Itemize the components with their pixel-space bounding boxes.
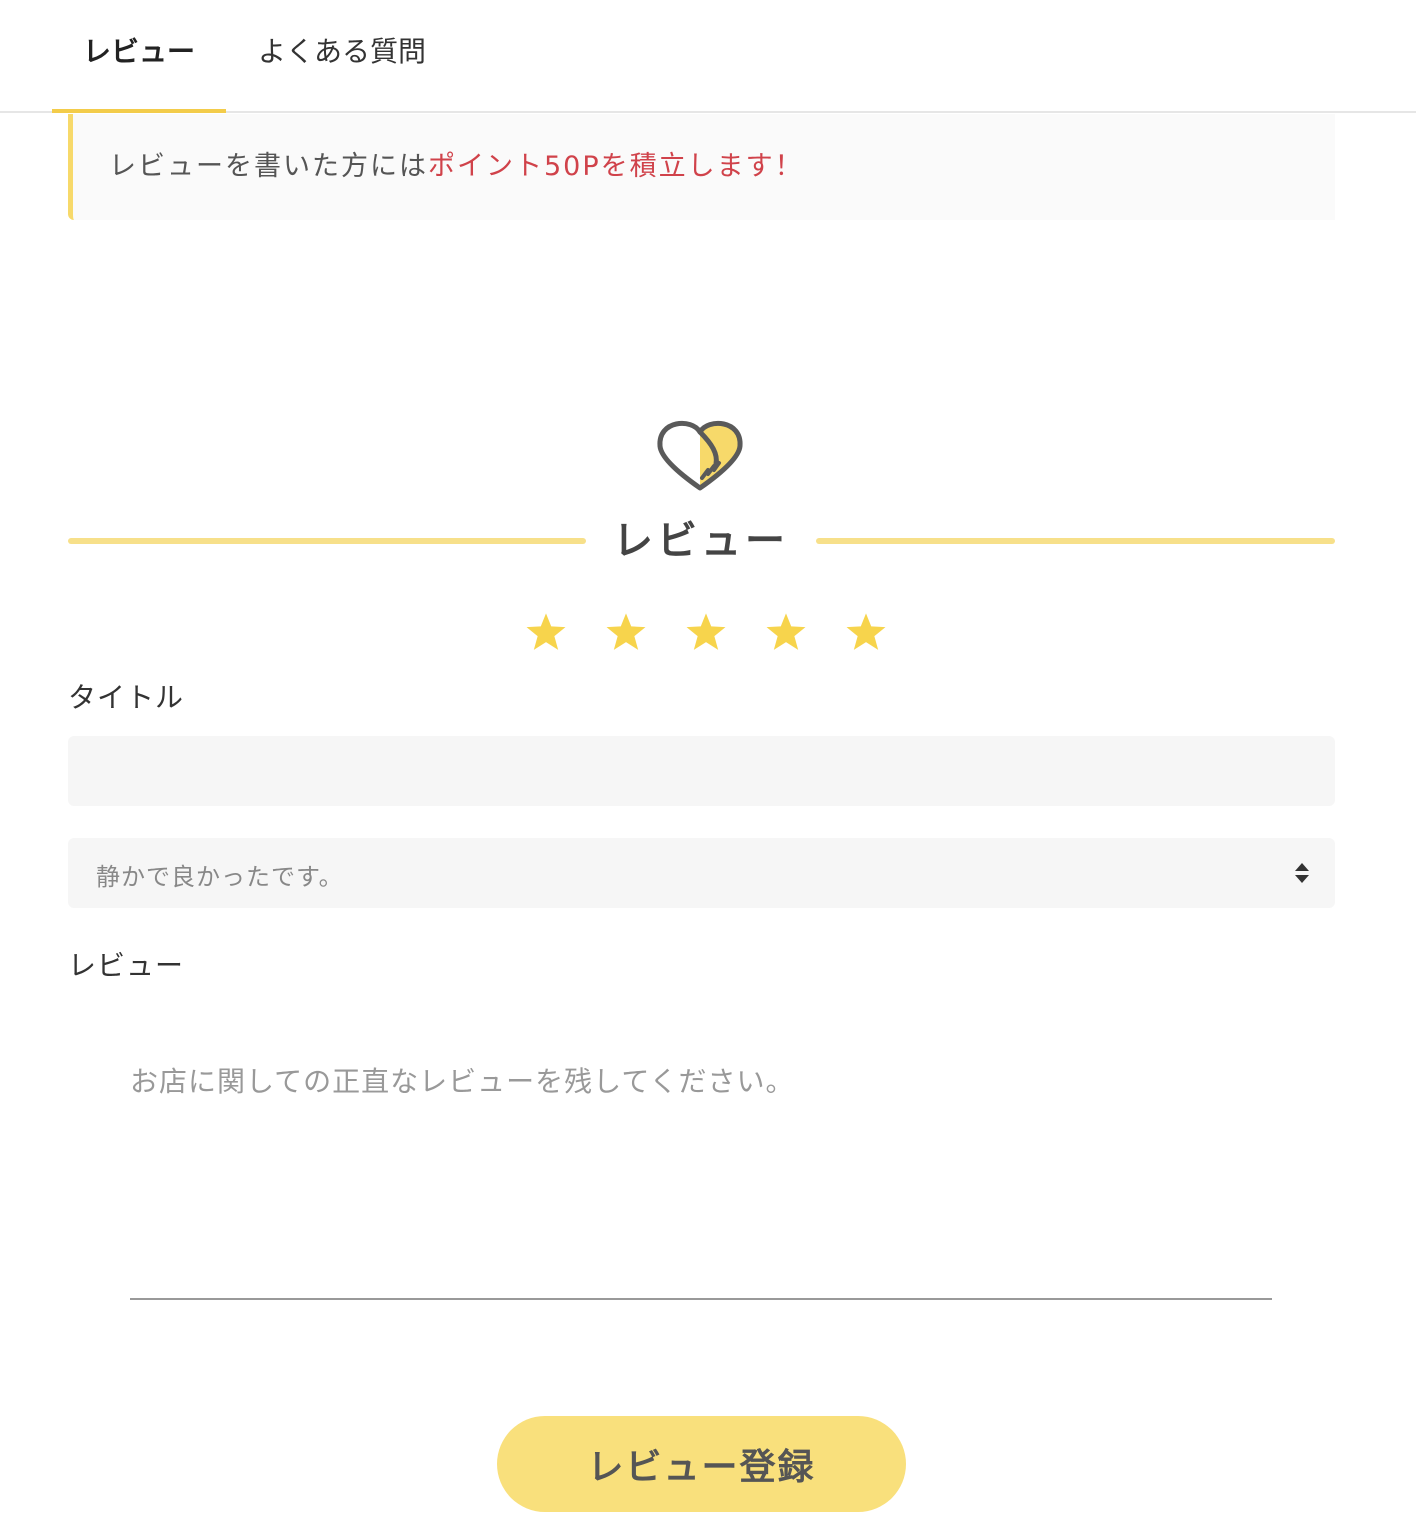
title-label: タイトル	[68, 681, 185, 714]
comment-select[interactable]: 静かで良かったです。	[68, 838, 1335, 908]
star-icon-4[interactable]	[754, 606, 818, 658]
notice-highlight-text: ポイント50Pを積立します！	[428, 151, 804, 182]
points-notice-text: レビューを書いた方にはポイント50Pを積立します！	[109, 144, 804, 183]
section-divider-right	[816, 538, 1335, 544]
tab-faq[interactable]: よくある質問	[258, 0, 438, 111]
select-value: 静かで良かったです。	[96, 863, 344, 891]
submit-review-button[interactable]: レビュー登録	[497, 1416, 906, 1512]
star-rating	[514, 606, 898, 662]
star-icon-1[interactable]	[514, 606, 578, 658]
section-title: レビュー	[613, 518, 789, 564]
heart-hands-icon	[652, 414, 748, 494]
points-notice: レビューを書いた方にはポイント50Pを積立します！	[68, 114, 1335, 220]
notice-plain-text: レビューを書いた方には	[109, 151, 428, 182]
star-icon-5[interactable]	[834, 606, 898, 658]
select-updown-icon	[1295, 863, 1309, 883]
tab-review[interactable]: レビュー	[52, 0, 226, 113]
review-label: レビュー	[68, 949, 185, 982]
section-divider-left	[68, 538, 586, 544]
star-icon-3[interactable]	[674, 606, 738, 658]
tab-bar: レビュー よくある質問	[0, 0, 1416, 113]
review-textarea[interactable]	[130, 1060, 1272, 1300]
star-icon-2[interactable]	[594, 606, 658, 658]
title-input[interactable]	[68, 736, 1335, 806]
